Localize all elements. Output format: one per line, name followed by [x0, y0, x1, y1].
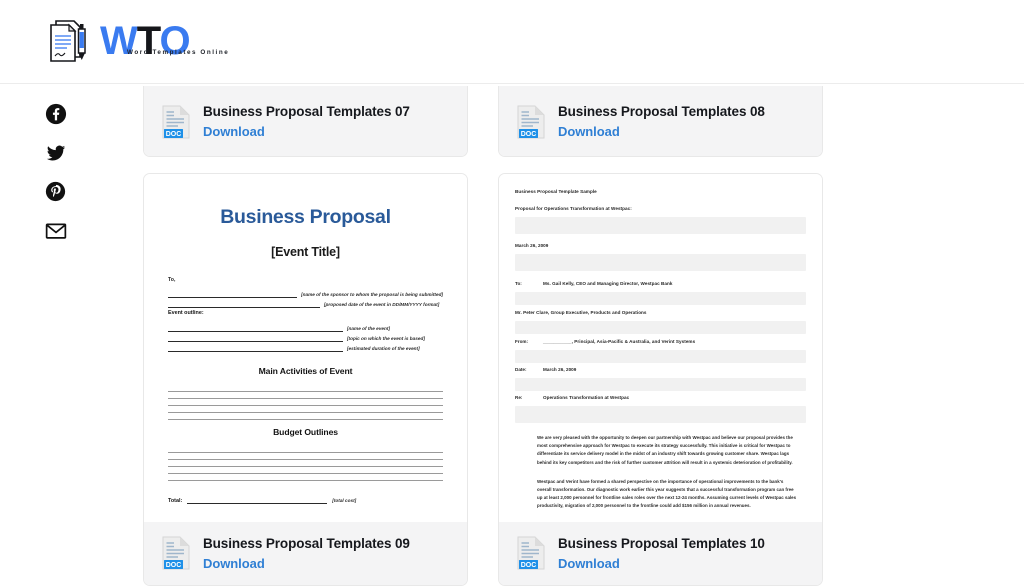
download-link[interactable]: Download: [203, 124, 410, 140]
logo-letter-o: O: [159, 19, 190, 63]
download-link[interactable]: Download: [203, 556, 410, 572]
docb-band: [515, 350, 806, 363]
docb-re-row: Re: Operations Transformation at Westpac: [515, 394, 806, 401]
facebook-icon: [45, 103, 66, 124]
doc-note-sponsor: [name of the sponsor to whom the proposa…: [301, 292, 443, 297]
card-footer: DOC Business Proposal Templates 07 Downl…: [144, 86, 467, 156]
social-share-rail: [44, 102, 67, 242]
logo-tagline: Word Templates Online: [127, 49, 230, 56]
doc-note-event-duration: [estimated duration of the event]: [347, 346, 420, 351]
twitter-icon: [46, 145, 65, 160]
doc-file-icon: DOC: [517, 536, 545, 570]
logo-letter-w: W: [100, 19, 138, 63]
svg-text:DOC: DOC: [521, 562, 537, 569]
docb-band: [515, 321, 806, 334]
card-title: Business Proposal Templates 08: [558, 104, 765, 119]
template-card[interactable]: DOC Business Proposal Templates 08 Downl…: [498, 86, 823, 157]
logo-letter-t: T: [136, 19, 161, 63]
card-footer: DOC Business Proposal Templates 10 Downl…: [499, 522, 822, 585]
doc-ruled-lines-activities: [168, 385, 443, 420]
site-logo[interactable]: WTO Word Templates Online: [42, 13, 228, 69]
download-link[interactable]: Download: [558, 124, 765, 140]
template-preview-image[interactable]: Business Proposal [Event Title] To, [nam…: [144, 174, 467, 522]
email-icon: [45, 222, 66, 239]
docb-to-key: To:: [515, 281, 522, 286]
doc-note-event-name: [name of the event]: [347, 326, 390, 331]
docb-paragraph-2: Westpac and Verint have formed a shared …: [537, 478, 797, 509]
docb-subject: Proposal for Operations Transformation a…: [515, 206, 632, 211]
doc-note-event-topic: [topic on which the event is based]: [347, 336, 425, 341]
doc-file-icon: DOC: [517, 105, 545, 138]
template-card[interactable]: Business Proposal [Event Title] To, [nam…: [143, 173, 468, 586]
card-text-block: Business Proposal Templates 07 Download: [203, 103, 410, 140]
doc-file-icon: DOC: [162, 536, 190, 570]
share-email-button[interactable]: [44, 219, 67, 242]
pinterest-icon: [45, 181, 66, 202]
doc-heading-activities: Main Activities of Event: [258, 366, 353, 376]
doc-to-label: To,: [168, 277, 176, 283]
download-link[interactable]: Download: [558, 556, 765, 572]
docb-band: [515, 292, 806, 305]
doc-total-label: Total:: [168, 498, 183, 504]
docb-band: [515, 406, 806, 423]
card-footer: DOC Business Proposal Templates 09 Downl…: [144, 522, 467, 585]
doc-file-icon: DOC: [162, 105, 190, 138]
site-header: WTO Word Templates Online: [0, 0, 1024, 84]
docb-band: [515, 217, 806, 234]
svg-text:DOC: DOC: [166, 562, 182, 569]
card-text-block: Business Proposal Templates 08 Download: [558, 103, 765, 140]
docb-band: [515, 378, 806, 391]
doc-subtitle: [Event Title]: [271, 245, 340, 259]
docb-re-key: Re:: [515, 395, 523, 400]
svg-text:DOC: DOC: [521, 131, 537, 138]
card-text-block: Business Proposal Templates 10 Download: [558, 535, 765, 572]
business-proposal-document: Business Proposal [Event Title] To, [nam…: [144, 174, 467, 522]
template-card[interactable]: Business Proposal Template Sample Propos…: [498, 173, 823, 586]
docb-from-key: From:: [515, 339, 529, 344]
docb-from-row: From: ___________, Principal, Asia-Pacif…: [515, 338, 806, 345]
docb-date-top: March 26, 2009: [515, 243, 549, 248]
card-title: Business Proposal Templates 07: [203, 104, 410, 119]
doc-total-row: Total: [total cost]: [168, 497, 443, 504]
doc-title: Business Proposal: [220, 206, 391, 228]
docb-from-value: ___________, Principal, Asia-Pacific & A…: [543, 339, 696, 344]
card-title: Business Proposal Templates 10: [558, 535, 765, 551]
docb-header: Business Proposal Template Sample: [515, 189, 597, 194]
card-footer: DOC Business Proposal Templates 08 Downl…: [499, 86, 822, 156]
docb-date-row: Date: March 26, 2009: [515, 366, 806, 373]
card-text-block: Business Proposal Templates 09 Download: [203, 535, 410, 572]
doc-ruled-lines-budget: [168, 446, 443, 481]
card-title: Business Proposal Templates 09: [203, 535, 410, 551]
docb-re-value: Operations Transformation at Westpac: [543, 395, 630, 400]
template-card[interactable]: DOC Business Proposal Templates 07 Downl…: [143, 86, 468, 157]
westpac-proposal-document: Business Proposal Template Sample Propos…: [499, 174, 822, 522]
docb-date-value: March 26, 2009: [543, 367, 577, 372]
docb-band: [515, 254, 806, 271]
docb-to-row: To: Ms. Gail Kelly, CEO and Managing Dir…: [515, 280, 806, 287]
share-twitter-button[interactable]: [44, 141, 67, 164]
doc-note-date: [proposed date of the event in DD/MM/YYY…: [324, 302, 440, 307]
doc-event-outline-label: Event outline:: [168, 310, 204, 316]
svg-text:DOC: DOC: [166, 131, 182, 138]
share-pinterest-button[interactable]: [44, 180, 67, 203]
docb-to-value-2: Mr. Peter Clare, Group Executive, Produc…: [515, 310, 647, 315]
template-preview-image[interactable]: Business Proposal Template Sample Propos…: [499, 174, 822, 522]
docb-date-key: Date:: [515, 367, 527, 372]
doc-heading-budget: Budget Outlines: [273, 427, 338, 437]
docb-to-value: Ms. Gail Kelly, CEO and Managing Directo…: [543, 281, 673, 286]
document-pen-icon: [50, 20, 86, 62]
docb-paragraph-1: We are very pleased with the opportunity…: [537, 435, 793, 465]
share-facebook-button[interactable]: [44, 102, 67, 125]
page-root: WTO Word Templates Online DOC Business P…: [0, 0, 1024, 586]
doc-note-total: [total cost]: [332, 498, 357, 503]
